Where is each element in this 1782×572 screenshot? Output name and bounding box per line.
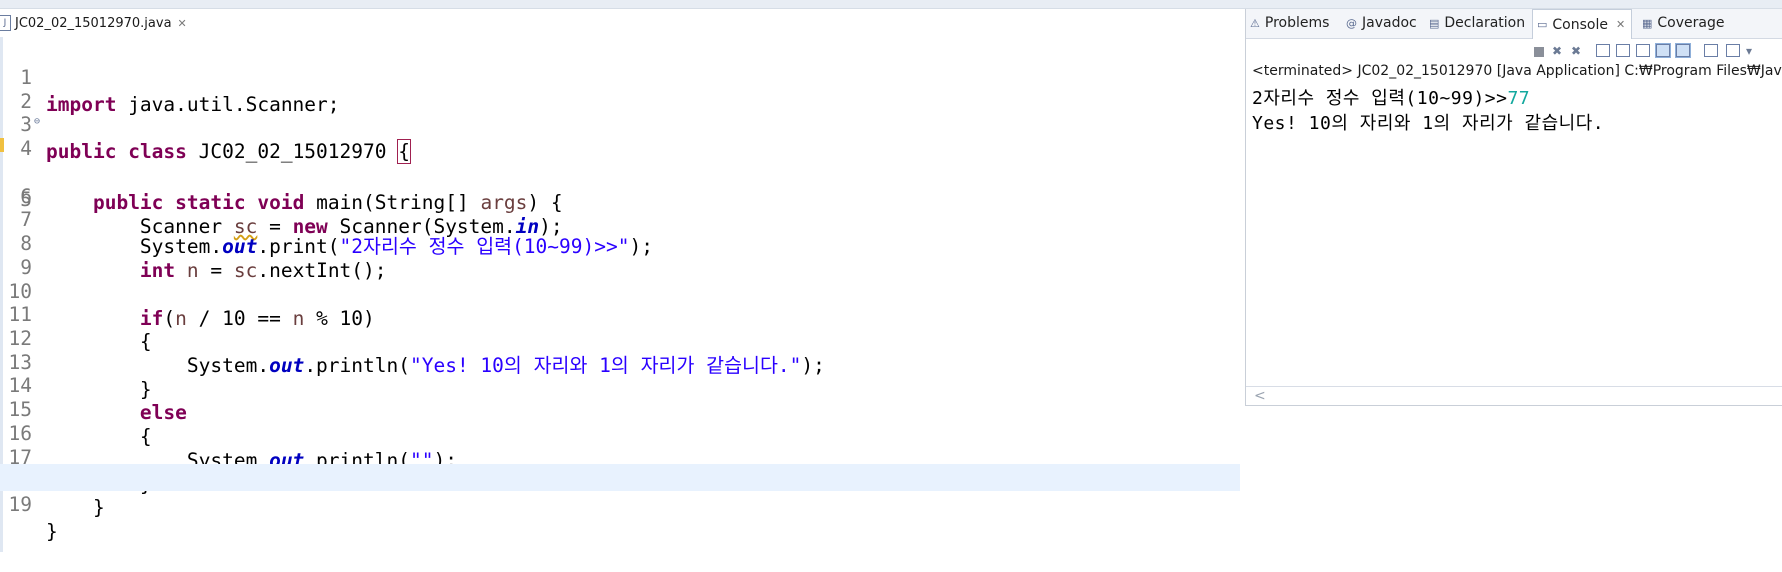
console-toolbar: ✖ ✖ ▾ — [1246, 39, 1782, 63]
terminate-icon[interactable] — [1534, 47, 1544, 57]
code-line-7[interactable]: 7 System.out.print("2자리수 정수 입력(10~99)>>"… — [0, 179, 1240, 258]
view-tab-bar: ⚠ Problems @ Javadoc ▤ Declaration ▭ Con… — [1246, 9, 1782, 39]
tab-declaration[interactable]: ▤ Declaration — [1429, 9, 1525, 37]
editor-tab-title: JC02_02_15012970.java — [15, 15, 172, 31]
code-line-11[interactable]: 11 { — [0, 274, 1240, 353]
console-process-label: <terminated> JC02_02_15012970 [Java Appl… — [1252, 63, 1782, 79]
remove-all-terminated-icon[interactable]: ✖ — [1569, 44, 1583, 58]
console-output-line-1[interactable]: 2자리수 정수 입력(10~99)>>77 — [1252, 84, 1530, 110]
console-prompt: 2자리수 정수 입력(10~99)>> — [1252, 88, 1508, 109]
warning-marker-icon[interactable] — [0, 138, 4, 152]
window-top-strip — [0, 0, 1782, 9]
show-on-stderr-icon[interactable] — [1675, 43, 1691, 58]
tab-label: Console — [1552, 16, 1608, 33]
problems-icon: ⚠ — [1250, 16, 1260, 30]
code-line-12[interactable]: 12 System.out.println("Yes! 10의 자리와 1의 자… — [0, 298, 1240, 377]
display-console-icon[interactable] — [1726, 44, 1740, 57]
code-editor[interactable]: 1 import java.util.Scanner; 2 3 public c… — [0, 37, 1240, 552]
code-line-1[interactable]: 1 import java.util.Scanner; — [0, 37, 1240, 116]
tab-label: Javadoc — [1362, 15, 1417, 31]
tab-label: Problems — [1264, 15, 1330, 31]
show-on-stdout-icon[interactable] — [1655, 43, 1671, 58]
code-line-14[interactable]: 14 else — [0, 345, 1240, 424]
close-icon[interactable]: ✕ — [1616, 18, 1625, 31]
code-line-15[interactable]: 15 { — [0, 369, 1240, 448]
remove-launch-icon[interactable]: ✖ — [1550, 44, 1564, 58]
code-line-8[interactable]: 8 int n = sc.nextInt(); — [0, 203, 1240, 282]
tab-console[interactable]: ▭ Console ✕ — [1532, 9, 1633, 39]
scroll-left-icon[interactable]: < — [1254, 388, 1266, 404]
console-view-panel: ⚠ Problems @ Javadoc ▤ Declaration ▭ Con… — [1245, 9, 1782, 406]
tab-label: Declaration — [1444, 15, 1526, 31]
code-line-4[interactable]: 4 ⊖ public static void main(String[] arg… — [0, 108, 1240, 214]
line-number: 19 — [8, 493, 32, 516]
tab-label: Coverage — [1657, 15, 1725, 31]
tab-coverage[interactable]: ▦ Coverage — [1642, 9, 1724, 37]
console-icon: ▭ — [1537, 18, 1548, 31]
console-output-line-2[interactable]: Yes! 10의 자리와 1의 자리가 같습니다. — [1252, 109, 1604, 135]
word-wrap-icon[interactable] — [1636, 44, 1650, 57]
code-line-18[interactable]: 18 } — [0, 440, 1240, 519]
javadoc-icon: @ — [1346, 16, 1357, 30]
editor-tab-bar: J JC02_02_15012970.java ✕ — [0, 9, 1240, 37]
horizontal-scrollbar[interactable]: < — [1246, 386, 1782, 405]
code-text: } — [92, 496, 105, 519]
code-line-16[interactable]: 16 System.out.println(""); — [0, 393, 1240, 472]
code-line-3[interactable]: 3 public class JC02_02_15012970 { — [0, 84, 1240, 164]
coverage-icon: ▦ — [1642, 16, 1653, 30]
scroll-lock-icon[interactable] — [1616, 44, 1630, 57]
chevron-down-icon[interactable]: ▾ — [1742, 44, 1756, 58]
console-user-input: 77 — [1507, 88, 1531, 109]
fold-toggle-icon[interactable]: ⊖ — [34, 108, 40, 135]
editor-tab[interactable]: J JC02_02_15012970.java ✕ — [0, 9, 195, 37]
java-file-icon: J — [0, 15, 11, 31]
code-line-9[interactable]: 9 — [0, 227, 1240, 279]
clear-console-icon[interactable] — [1596, 44, 1610, 57]
code-line-5[interactable]: 5 Scanner sc = new Scanner(System.in); — [0, 132, 1240, 238]
close-icon[interactable]: ✕ — [178, 17, 187, 30]
code-text: } — [46, 520, 58, 543]
tab-javadoc[interactable]: @ Javadoc — [1346, 9, 1417, 37]
pin-console-icon[interactable] — [1704, 44, 1718, 57]
declaration-icon: ▤ — [1429, 16, 1440, 30]
code-line-19[interactable]: 19 } — [0, 464, 1240, 543]
tab-problems[interactable]: ⚠ Problems — [1250, 9, 1329, 37]
